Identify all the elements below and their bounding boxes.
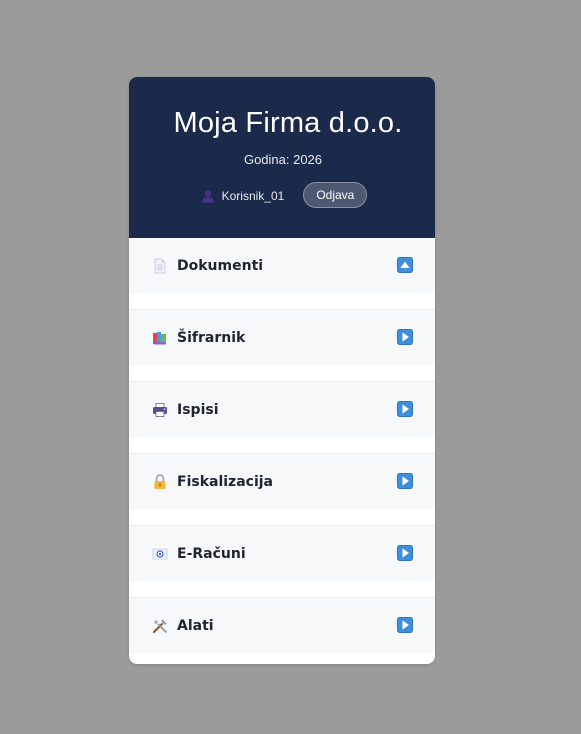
menu-item-label: Alati bbox=[177, 617, 214, 634]
main-menu: Dokumenti Šifrarnik Ispisi Fiskalizacija… bbox=[129, 238, 435, 653]
user-icon bbox=[201, 188, 215, 203]
email-icon bbox=[152, 546, 168, 562]
chevron-right-icon[interactable] bbox=[397, 545, 413, 561]
menu-item-sifrarnik[interactable]: Šifrarnik bbox=[129, 309, 435, 365]
menu-item-label: Dokumenti bbox=[177, 257, 264, 274]
printer-icon bbox=[152, 402, 168, 418]
chevron-up-icon[interactable] bbox=[397, 257, 413, 273]
menu-item-e-racuni[interactable]: E-Računi bbox=[129, 525, 435, 581]
menu-item-alati[interactable]: Alati bbox=[129, 597, 435, 653]
lock-icon bbox=[152, 473, 168, 490]
menu-item-label: Fiskalizacija bbox=[177, 473, 273, 490]
menu-item-label: Šifrarnik bbox=[177, 329, 246, 346]
header: Moja Firma d.o.o. Godina: 2026 Korisnik_… bbox=[129, 77, 435, 238]
user-row: Korisnik_01 Odjava bbox=[129, 181, 435, 209]
logout-button[interactable]: Odjava bbox=[303, 182, 368, 208]
menu-item-ispisi[interactable]: Ispisi bbox=[129, 381, 435, 437]
tools-icon bbox=[152, 618, 168, 634]
menu-item-label: E-Računi bbox=[177, 545, 246, 562]
menu-item-label: Ispisi bbox=[177, 401, 219, 418]
chevron-right-icon[interactable] bbox=[397, 401, 413, 417]
username: Korisnik_01 bbox=[221, 189, 285, 203]
fiscal-year: Godina: 2026 bbox=[243, 152, 323, 167]
document-icon bbox=[152, 258, 168, 274]
chevron-right-icon[interactable] bbox=[397, 617, 413, 633]
books-icon bbox=[152, 330, 168, 346]
chevron-right-icon[interactable] bbox=[397, 329, 413, 345]
chevron-right-icon[interactable] bbox=[397, 473, 413, 489]
company-name: Moja Firma d.o.o. bbox=[173, 107, 403, 139]
app-panel: Moja Firma d.o.o. Godina: 2026 Korisnik_… bbox=[129, 77, 435, 664]
menu-item-dokumenti[interactable]: Dokumenti bbox=[129, 238, 435, 293]
menu-item-fiskalizacija[interactable]: Fiskalizacija bbox=[129, 453, 435, 509]
